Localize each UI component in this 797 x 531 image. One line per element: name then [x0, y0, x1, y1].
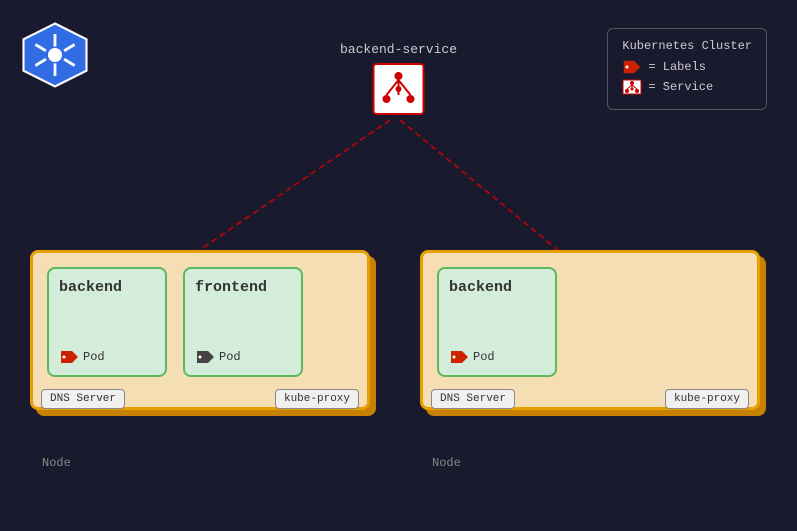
node-left: backend Pod frontend — [30, 250, 370, 450]
pod-backend-right-name: backend — [449, 279, 512, 296]
node-right-dns: DNS Server — [431, 389, 515, 409]
node-right-bottom-bar: DNS Server — [431, 389, 515, 409]
node-right-kube: kube-proxy — [665, 389, 749, 409]
service-name-label: backend-service — [340, 42, 457, 57]
k8s-logo — [20, 20, 90, 90]
legend-labels-text: = Labels — [648, 60, 706, 74]
backend-service-container: backend-service — [340, 42, 457, 115]
legend-title: Kubernetes Cluster — [622, 39, 752, 53]
legend-labels: = Labels — [622, 59, 752, 75]
pod-frontend-left-label: Pod — [195, 349, 241, 365]
node-right-kube-proxy: kube-proxy — [665, 389, 749, 409]
pod-backend-left-pod-label: Pod — [83, 350, 105, 364]
node-left-dns: DNS Server — [41, 389, 125, 409]
pod-backend-right-pod-label: Pod — [473, 350, 495, 364]
legend-service: = Service — [622, 79, 752, 95]
service-icon-box — [373, 63, 425, 115]
node-right-label: Node — [432, 456, 461, 470]
pod-frontend-left: frontend Pod — [183, 267, 303, 377]
pod-backend-right: backend Pod — [437, 267, 557, 377]
pod-backend-left-label: Pod — [59, 349, 105, 365]
dark-tag-icon-frontend — [195, 349, 215, 365]
node-left-kube: kube-proxy — [275, 389, 359, 409]
node-right-box: backend Pod DNS Server kube-proxy — [420, 250, 760, 410]
pod-backend-right-label: Pod — [449, 349, 495, 365]
pod-frontend-left-pod-label: Pod — [219, 350, 241, 364]
red-tag-icon-backend — [59, 349, 79, 365]
node-left-kube-proxy: kube-proxy — [275, 389, 359, 409]
main-diagram: Kubernetes Cluster = Labels = Service — [0, 0, 797, 531]
pod-backend-left: backend Pod — [47, 267, 167, 377]
pod-frontend-left-name: frontend — [195, 279, 267, 296]
node-left-box: backend Pod frontend — [30, 250, 370, 410]
legend-service-text: = Service — [648, 80, 713, 94]
node-left-label: Node — [42, 456, 71, 470]
legend-service-icon — [622, 79, 642, 95]
node-left-bottom-bar: DNS Server — [41, 389, 125, 409]
service-tree-svg — [379, 69, 419, 109]
legend-label-icon — [622, 59, 642, 75]
node-right: backend Pod DNS Server kube-proxy Node — [420, 250, 760, 450]
pod-backend-left-name: backend — [59, 279, 122, 296]
red-tag-icon-backend-right — [449, 349, 469, 365]
legend-box: Kubernetes Cluster = Labels = Service — [607, 28, 767, 110]
